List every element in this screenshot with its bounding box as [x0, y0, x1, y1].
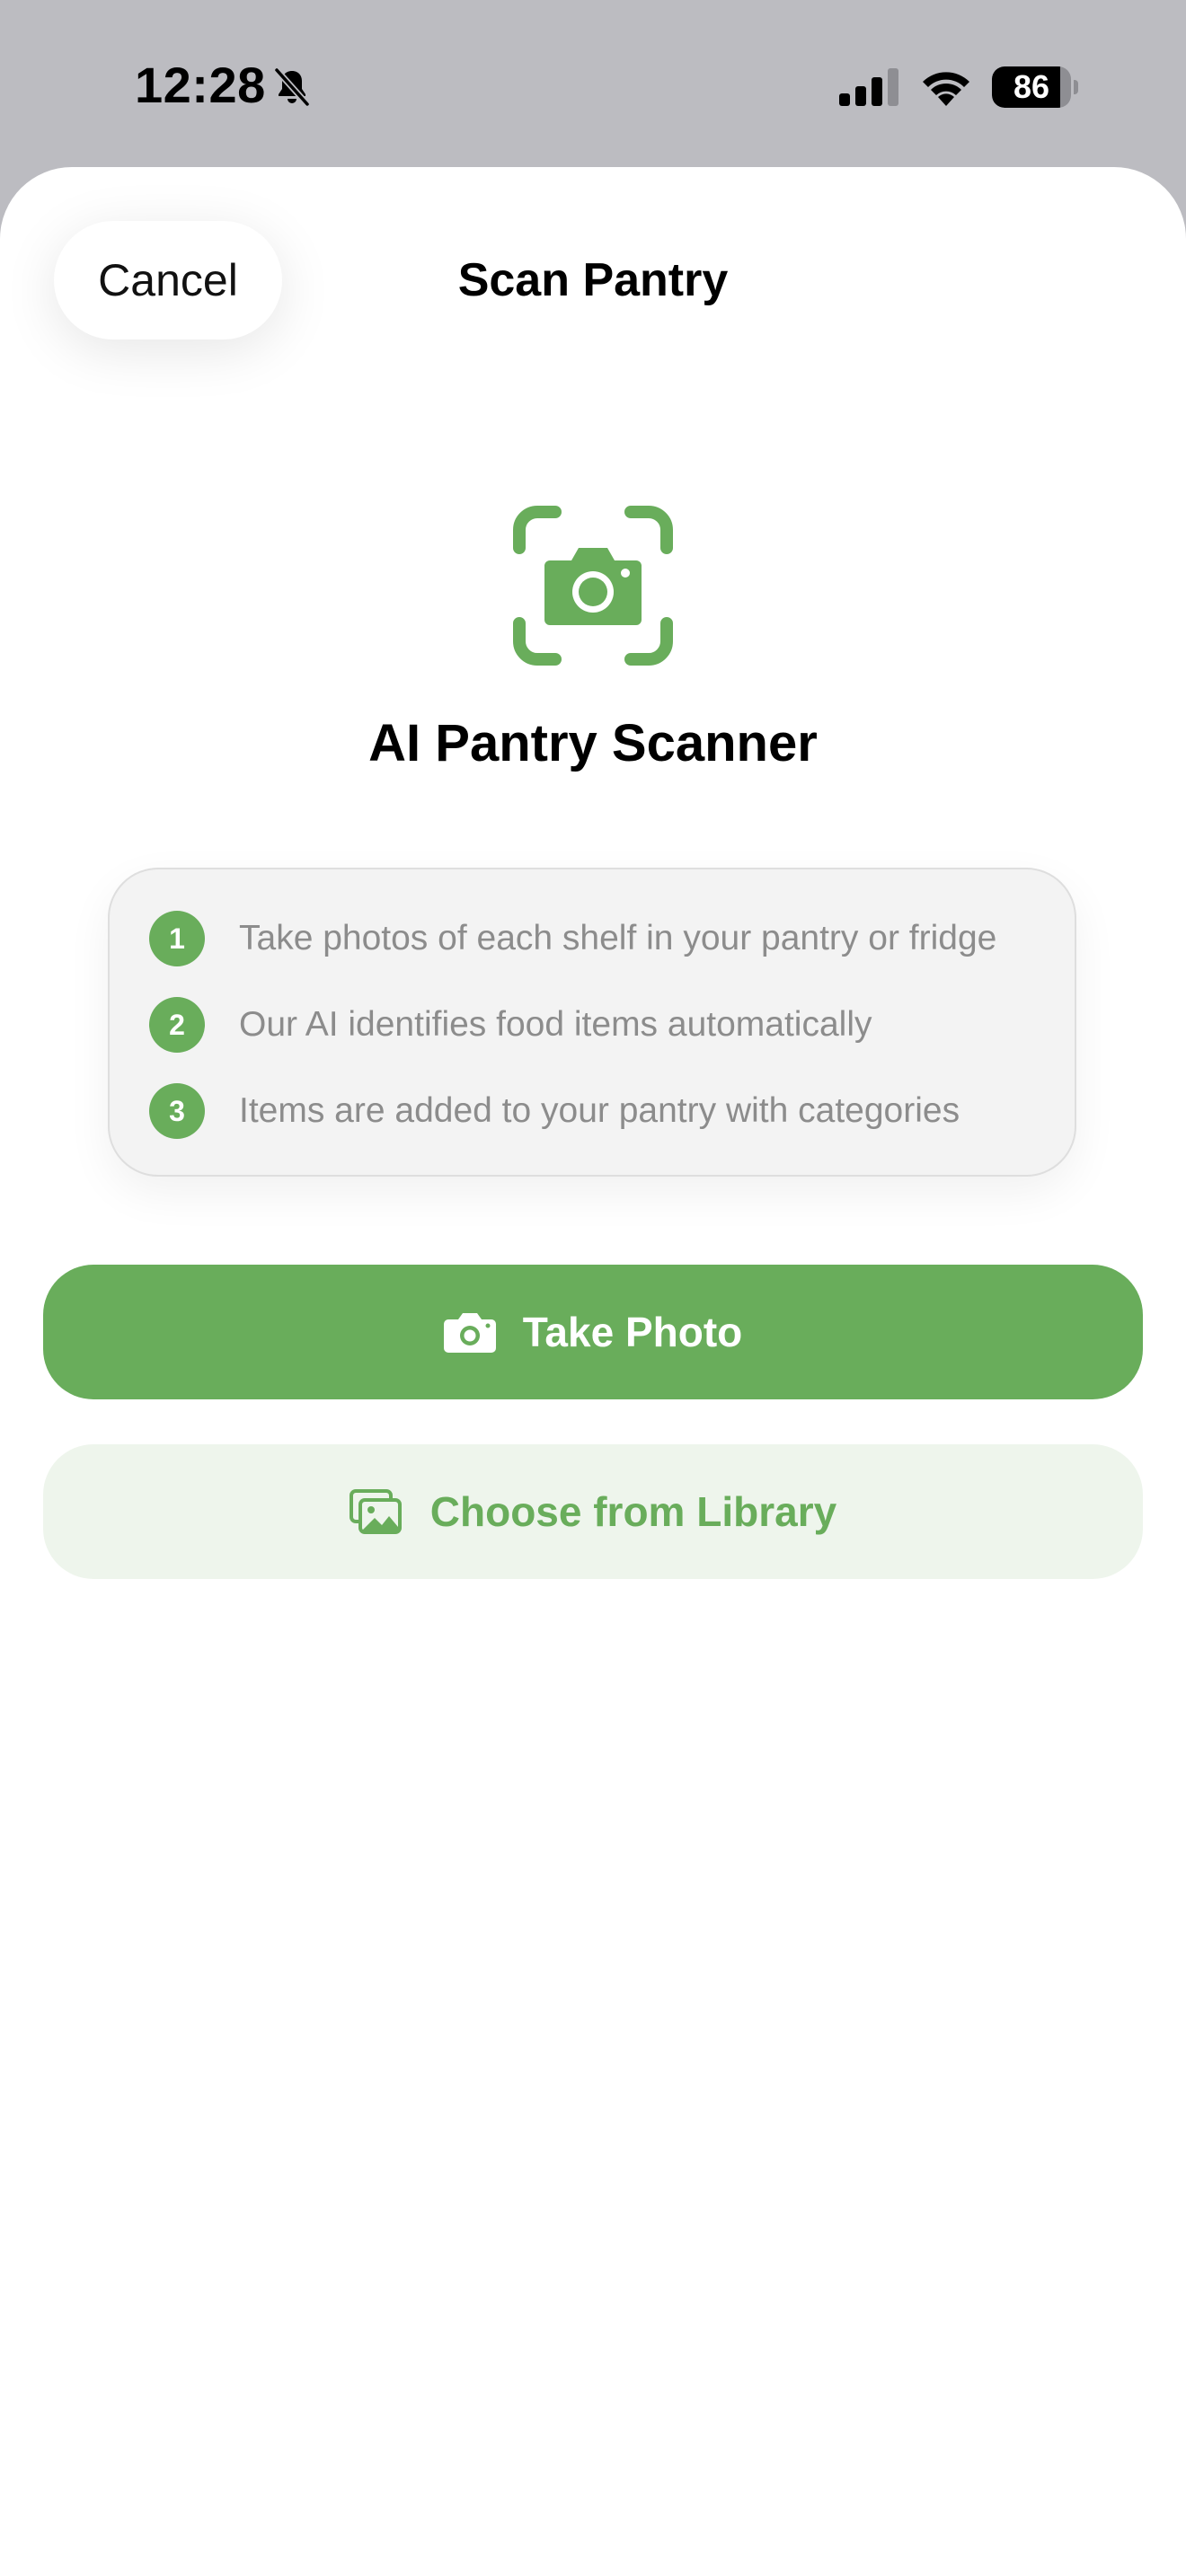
scan-pantry-sheet: Cancel Scan Pantry AI Pantry Scanner 1 T… [0, 167, 1186, 2576]
instructions-card: 1 Take photos of each shelf in your pant… [108, 868, 1076, 1177]
photo-library-icon [349, 1489, 402, 1534]
step-text: Take photos of each shelf in your pantry… [239, 919, 997, 957]
step-item: 1 Take photos of each shelf in your pant… [149, 911, 996, 966]
take-photo-button[interactable]: Take Photo [43, 1265, 1143, 1399]
choose-from-library-label: Choose from Library [429, 1488, 837, 1535]
cellular-signal-icon [839, 68, 898, 106]
step-text: Our AI identifies food items automatical… [239, 1005, 872, 1044]
camera-viewfinder-icon [513, 506, 673, 666]
battery-percent: 86 [1013, 68, 1050, 105]
scanner-title: AI Pantry Scanner [368, 714, 818, 772]
step-number-badge: 1 [149, 911, 205, 966]
battery-indicator: 86 [992, 66, 1078, 108]
step-number-badge: 3 [149, 1083, 205, 1139]
wifi-icon [923, 72, 969, 106]
status-bar: 12:28 86 [0, 0, 1186, 167]
step-item: 2 Our AI identifies food items automatic… [149, 997, 872, 1053]
bell-slash-icon [274, 67, 310, 107]
sheet-title: Scan Pantry [457, 254, 729, 306]
step-text: Items are added to your pantry with cate… [239, 1091, 960, 1130]
take-photo-label: Take Photo [522, 1309, 743, 1355]
step-number-badge: 2 [149, 997, 205, 1053]
choose-from-library-button[interactable]: Choose from Library [43, 1444, 1143, 1579]
camera-icon [443, 1313, 496, 1353]
step-item: 3 Items are added to your pantry with ca… [149, 1083, 960, 1139]
status-time: 12:28 [135, 57, 266, 113]
